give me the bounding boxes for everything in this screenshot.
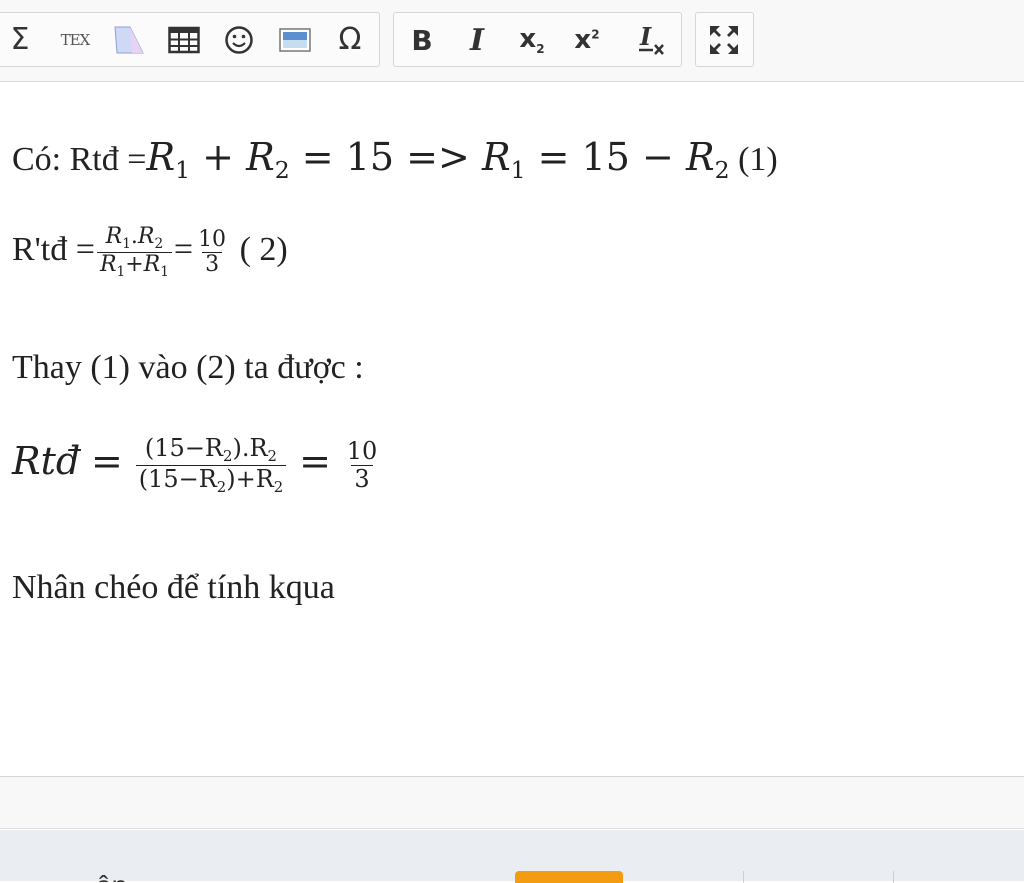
shape-button[interactable] [109,21,149,59]
line3-text: Thay (1) vào (2) ta được : [12,349,364,386]
tab-active[interactable] [515,871,623,883]
image-button[interactable] [275,21,315,59]
toolbar-group-view [695,12,754,67]
line4-lhs: Rtđ [12,439,81,484]
maximize-icon [710,26,738,54]
line2-equals: = [173,231,194,269]
italic-icon: I [469,22,485,58]
remove-format-button[interactable]: I [632,21,672,59]
emoji-button[interactable] [219,21,259,59]
line2-tag: ( 2) [239,231,288,269]
line1-prefix: Có: Rtđ = [12,141,147,178]
svg-text:I: I [639,23,652,51]
bottom-panel: ân [0,830,1024,883]
line4-equals-1: = [91,439,123,484]
image-icon [279,28,311,52]
toolbar-group-format: B I x2 x2 I [393,12,682,67]
toolbar-group-insert: Σ TEX Ω [0,12,380,67]
line1-equation: R1 + R2 = 15 => R1 = 15 − R2 [146,135,730,185]
editor-content-area[interactable]: Có: Rtđ =R1 + R2 = 15 => R1 = 15 − R2 (1… [0,83,1024,777]
partial-label: ân [96,870,156,882]
table-button[interactable] [164,21,204,59]
content-line-3: Thay (1) vào (2) ta được : [12,349,364,387]
remove-format-icon: I [639,23,664,55]
superscript-button[interactable]: x2 [567,21,607,59]
line2-value-fraction: 10 3 [198,226,227,277]
line4-equals-2: = [299,439,331,484]
tab-divider-1 [743,871,744,883]
superscript-icon: x2 [574,25,600,55]
omega-button[interactable]: Ω [330,21,370,59]
content-line-1: Có: Rtđ =R1 + R2 = 15 => R1 = 15 − R2 (1… [12,135,778,184]
tex-icon: TEX [60,31,91,49]
line1-tag: (1) [738,141,778,178]
line2-prefix: R'tđ = [12,231,95,269]
subscript-icon: x2 [519,23,545,57]
smiley-icon [225,26,253,54]
bold-button[interactable]: B [402,21,442,59]
table-icon [168,26,200,54]
tab-divider-2 [893,871,894,883]
content-line-4: Rtđ = (15−R2).R2 (15−R2)+R2 = 10 3 [12,435,382,495]
sigma-button[interactable]: Σ [0,21,40,59]
line4-value-fraction: 10 3 [346,437,378,493]
editor-toolbar: Σ TEX Ω B I x2 x2 I [0,0,1024,82]
tex-button[interactable]: TEX [55,21,95,59]
editor-status-bar [0,777,1024,829]
line2-fraction: R1.R2 R1+R1 [96,224,172,280]
italic-button[interactable]: I [457,21,497,59]
content-line-2: R'tđ = R1.R2 R1+R1 = 10 3 ( 2) [12,224,288,280]
sigma-icon: Σ [10,22,30,57]
bold-icon: B [411,23,433,57]
subscript-button[interactable]: x2 [512,21,552,59]
shape-icon [114,26,144,54]
line4-fraction: (15−R2).R2 (15−R2)+R2 [135,435,287,495]
content-line-5: Nhân chéo để tính kqua [12,569,335,607]
line5-text: Nhân chéo để tính kqua [12,569,335,606]
maximize-button[interactable] [704,21,744,59]
omega-icon: Ω [338,22,362,57]
